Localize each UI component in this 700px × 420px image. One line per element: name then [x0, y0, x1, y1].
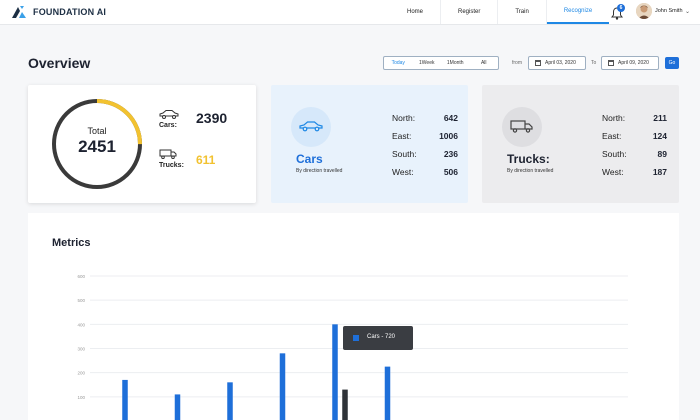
calendar-icon [608, 60, 614, 66]
direction-label: South: [602, 149, 627, 159]
chart-tooltip: Cars - 720 [343, 326, 413, 350]
y-tick-label: 600 [77, 274, 85, 279]
bar-cars[interactable] [332, 324, 338, 420]
cars-card: Cars By direction travelled North: 642 E… [271, 85, 468, 203]
nav-menu: Home Register Train Recognize [390, 0, 610, 24]
trucks-card: Trucks: By direction travelled North: 21… [482, 85, 679, 203]
range-month-button[interactable]: 1Month [441, 57, 470, 69]
trucks-icon-badge [502, 107, 542, 147]
direction-value: 1006 [439, 131, 458, 141]
cars-card-title: Cars [296, 152, 323, 166]
date-range-toggle: Today 1Week 1Month All [383, 56, 499, 70]
brand-name: FOUNDATION AI [33, 7, 107, 17]
car-icon [159, 110, 179, 119]
tooltip-text: Cars - 720 [367, 334, 396, 340]
cars-count: 2390 [196, 110, 228, 126]
direction-label: South: [392, 149, 417, 159]
list-item: West: 506 [392, 163, 458, 181]
direction-label: North: [392, 113, 416, 123]
total-card: Total 2451 Cars: 2390 Trucks: 611 [28, 85, 256, 203]
to-label: To [591, 60, 597, 66]
metrics-panel: Metrics 600 500 400 300 200 100 Cars - 720 [28, 213, 679, 420]
bar-cars[interactable] [122, 379, 128, 420]
nav-recognize[interactable]: Recognize [546, 0, 610, 24]
range-all-button[interactable]: All [470, 57, 499, 69]
trucks-card-title: Trucks: [507, 152, 550, 166]
direction-value: 506 [443, 167, 458, 177]
nav-home[interactable]: Home [390, 0, 442, 24]
y-tick-label: 500 [77, 298, 85, 303]
bar-cars[interactable] [384, 366, 391, 420]
overview-title: Overview [28, 55, 91, 71]
bar-cars[interactable] [279, 353, 286, 420]
range-today-button[interactable]: Today [384, 57, 413, 69]
cars-icon-badge [291, 107, 331, 147]
trucks-label: Trucks: [159, 162, 184, 169]
calendar-icon [535, 60, 541, 66]
bar-cars[interactable] [174, 394, 181, 420]
direction-value: 187 [652, 167, 667, 177]
foundation-logo-icon [12, 6, 26, 18]
list-item: West: 187 [602, 163, 667, 181]
total-value: 2451 [78, 137, 116, 156]
user-avatar-image [636, 3, 652, 19]
truck-icon [510, 120, 533, 133]
bar-cars[interactable] [227, 382, 233, 420]
metrics-bar-chart: 600 500 400 300 200 100 [77, 274, 628, 420]
trucks-card-subtitle: By direction travelled [507, 168, 554, 174]
direction-label: West: [392, 167, 414, 177]
direction-value: 124 [652, 131, 667, 141]
y-tick-label: 200 [77, 371, 85, 376]
list-item: East: 1006 [392, 127, 458, 145]
avatar[interactable] [636, 3, 652, 19]
bar-trucks[interactable] [342, 389, 348, 420]
car-icon [299, 121, 323, 132]
direction-value: 236 [443, 149, 458, 159]
nav-register[interactable]: Register [441, 0, 499, 24]
cars-series-swatch [353, 335, 359, 341]
list-item: East: 124 [602, 127, 667, 145]
direction-label: East: [392, 131, 412, 141]
cars-card-subtitle: By direction travelled [296, 168, 343, 174]
brand-logo[interactable]: FOUNDATION AI [10, 4, 106, 20]
top-navbar: FOUNDATION AI Home Register Train Recogn… [0, 0, 700, 25]
total-label: Total [87, 126, 107, 136]
trucks-count: 611 [196, 153, 216, 167]
direction-value: 642 [443, 113, 458, 123]
to-date-picker[interactable]: April 09, 2020 [601, 56, 659, 70]
go-button[interactable]: Go [665, 57, 679, 69]
direction-value: 89 [657, 149, 667, 159]
to-date-value: April 09, 2020 [618, 60, 649, 66]
y-tick-label: 100 [77, 395, 85, 400]
list-item: North: 211 [602, 109, 667, 127]
cars-label: Cars: [159, 122, 177, 129]
list-item: South: 89 [602, 145, 667, 163]
from-date-value: April 03, 2020 [545, 60, 576, 66]
list-item: South: 236 [392, 145, 458, 163]
y-tick-label: 300 [77, 347, 85, 352]
cars-direction-list: North: 642 East: 1006 South: 236 West: 5… [392, 109, 458, 181]
chevron-down-icon[interactable]: ⌄ [685, 8, 690, 15]
from-date-picker[interactable]: April 03, 2020 [528, 56, 586, 70]
truck-icon [159, 149, 177, 159]
direction-label: East: [602, 131, 622, 141]
trucks-direction-list: North: 211 East: 124 South: 89 West: 187 [602, 109, 667, 181]
direction-label: North: [602, 113, 626, 123]
direction-label: West: [602, 167, 624, 177]
nav-train[interactable]: Train [498, 0, 547, 24]
list-item: North: 642 [392, 109, 458, 127]
from-label: from [512, 60, 522, 66]
notification-badge: 6 [617, 4, 625, 12]
direction-value: 211 [653, 113, 667, 123]
range-week-button[interactable]: 1Week [413, 57, 442, 69]
y-tick-label: 400 [77, 322, 85, 327]
user-name[interactable]: John Smith [655, 8, 683, 14]
